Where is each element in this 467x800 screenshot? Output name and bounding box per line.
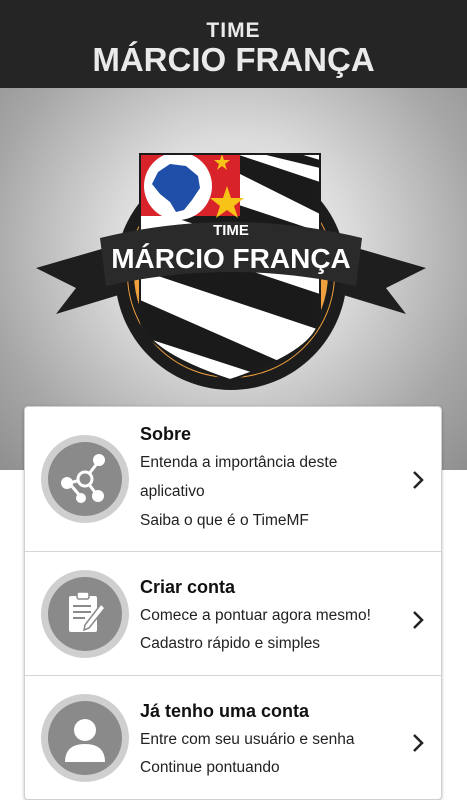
sobre-description-line-1: Entenda a importância deste: [140, 454, 338, 471]
header-subtitle: TIME: [206, 19, 261, 42]
app-header: TIME MÁRCIO FRANÇA: [0, 0, 467, 88]
criar-conta-description-line-1: Comece a pontuar agora mesmo!: [140, 607, 371, 624]
menu-item-sobre[interactable]: Sobre Entenda a importância deste aplica…: [25, 407, 441, 552]
criar-conta-title: Criar conta: [140, 577, 236, 597]
criar-conta-description-line-2: Cadastro rápido e simples: [140, 635, 321, 652]
chevron-right-icon: [413, 471, 424, 489]
sobre-description-line-3: Saiba o que é o TimeMF: [140, 512, 309, 529]
clipboard-pen-icon: [41, 570, 129, 658]
menu-item-criar-conta[interactable]: Criar conta Comece a pontuar agora mesmo…: [25, 552, 441, 676]
emblem-ribbon-title: MÁRCIO FRANÇA: [111, 243, 351, 274]
header-title: MÁRCIO FRANÇA: [92, 41, 375, 78]
login-title: Já tenho uma conta: [140, 701, 310, 721]
menu-card-list: Sobre Entenda a importância deste aplica…: [24, 406, 442, 800]
chevron-right-icon: [413, 611, 424, 629]
sobre-description-line-2: aplicativo: [140, 483, 205, 500]
sobre-title: Sobre: [140, 424, 192, 444]
emblem-ribbon-small: TIME: [213, 222, 249, 239]
share-network-icon: [41, 435, 129, 523]
login-description-line-1: Entre com seu usuário e senha: [140, 731, 355, 748]
user-icon: [41, 694, 129, 782]
login-description-line-2: Continue pontuando: [140, 759, 280, 776]
menu-item-login[interactable]: Já tenho uma conta Entre com seu usuário…: [25, 676, 441, 799]
chevron-right-icon: [413, 734, 424, 752]
